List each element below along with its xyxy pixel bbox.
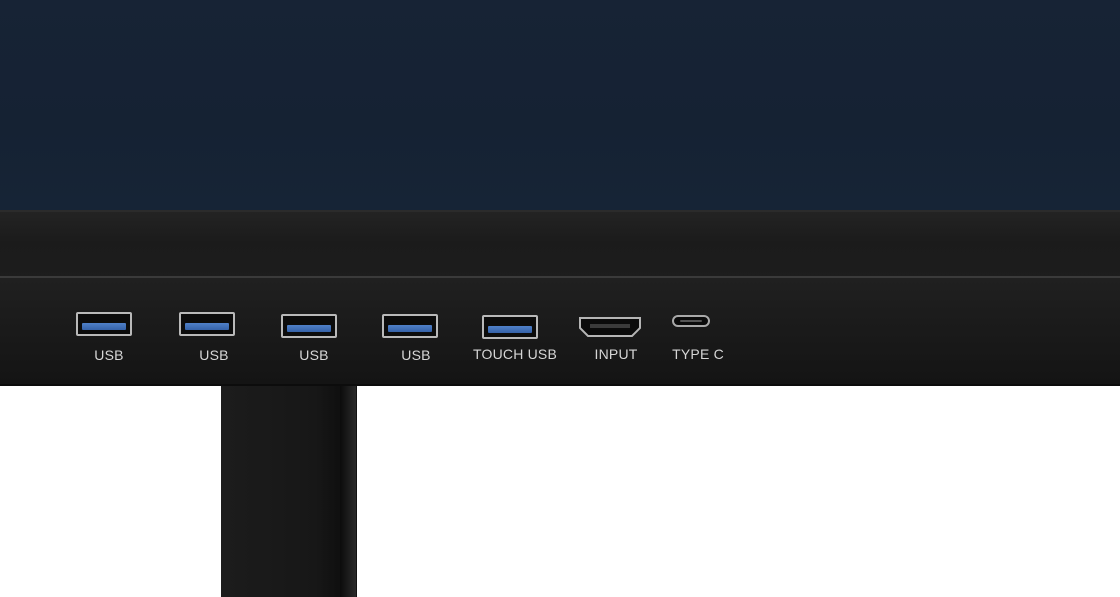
usb-tongue [82,323,126,330]
usb-tongue [388,325,432,332]
type-c-tongue [680,320,702,322]
monitor-photo: USB USB USB USB TOUCH USB INPUT TYPE C [0,0,1120,597]
hdmi-port-icon [579,317,641,337]
monitor-stand [221,386,357,597]
usb-port-2 [179,312,235,336]
hdmi-input-label: INPUT [594,346,638,362]
usb-port-1 [76,312,132,336]
display-screen [0,0,1120,212]
touch-usb-port [482,315,538,339]
usb-port-2-label: USB [199,347,229,363]
touch-usb-port-label: TOUCH USB [473,346,557,362]
hdmi-input-port [578,316,642,338]
usb-port-4-label: USB [401,347,431,363]
usb-port-4 [382,314,438,338]
bezel-upper [0,210,1120,280]
usb-port-3 [281,314,337,338]
usb-tongue [287,325,331,332]
stand-edge [340,386,356,597]
usb-tongue [185,323,229,330]
usb-tongue [488,326,532,333]
type-c-port-label: TYPE C [672,346,724,362]
usb-port-1-label: USB [94,347,124,363]
usb-port-3-label: USB [299,347,329,363]
port-panel [0,278,1120,386]
type-c-port [672,315,710,327]
